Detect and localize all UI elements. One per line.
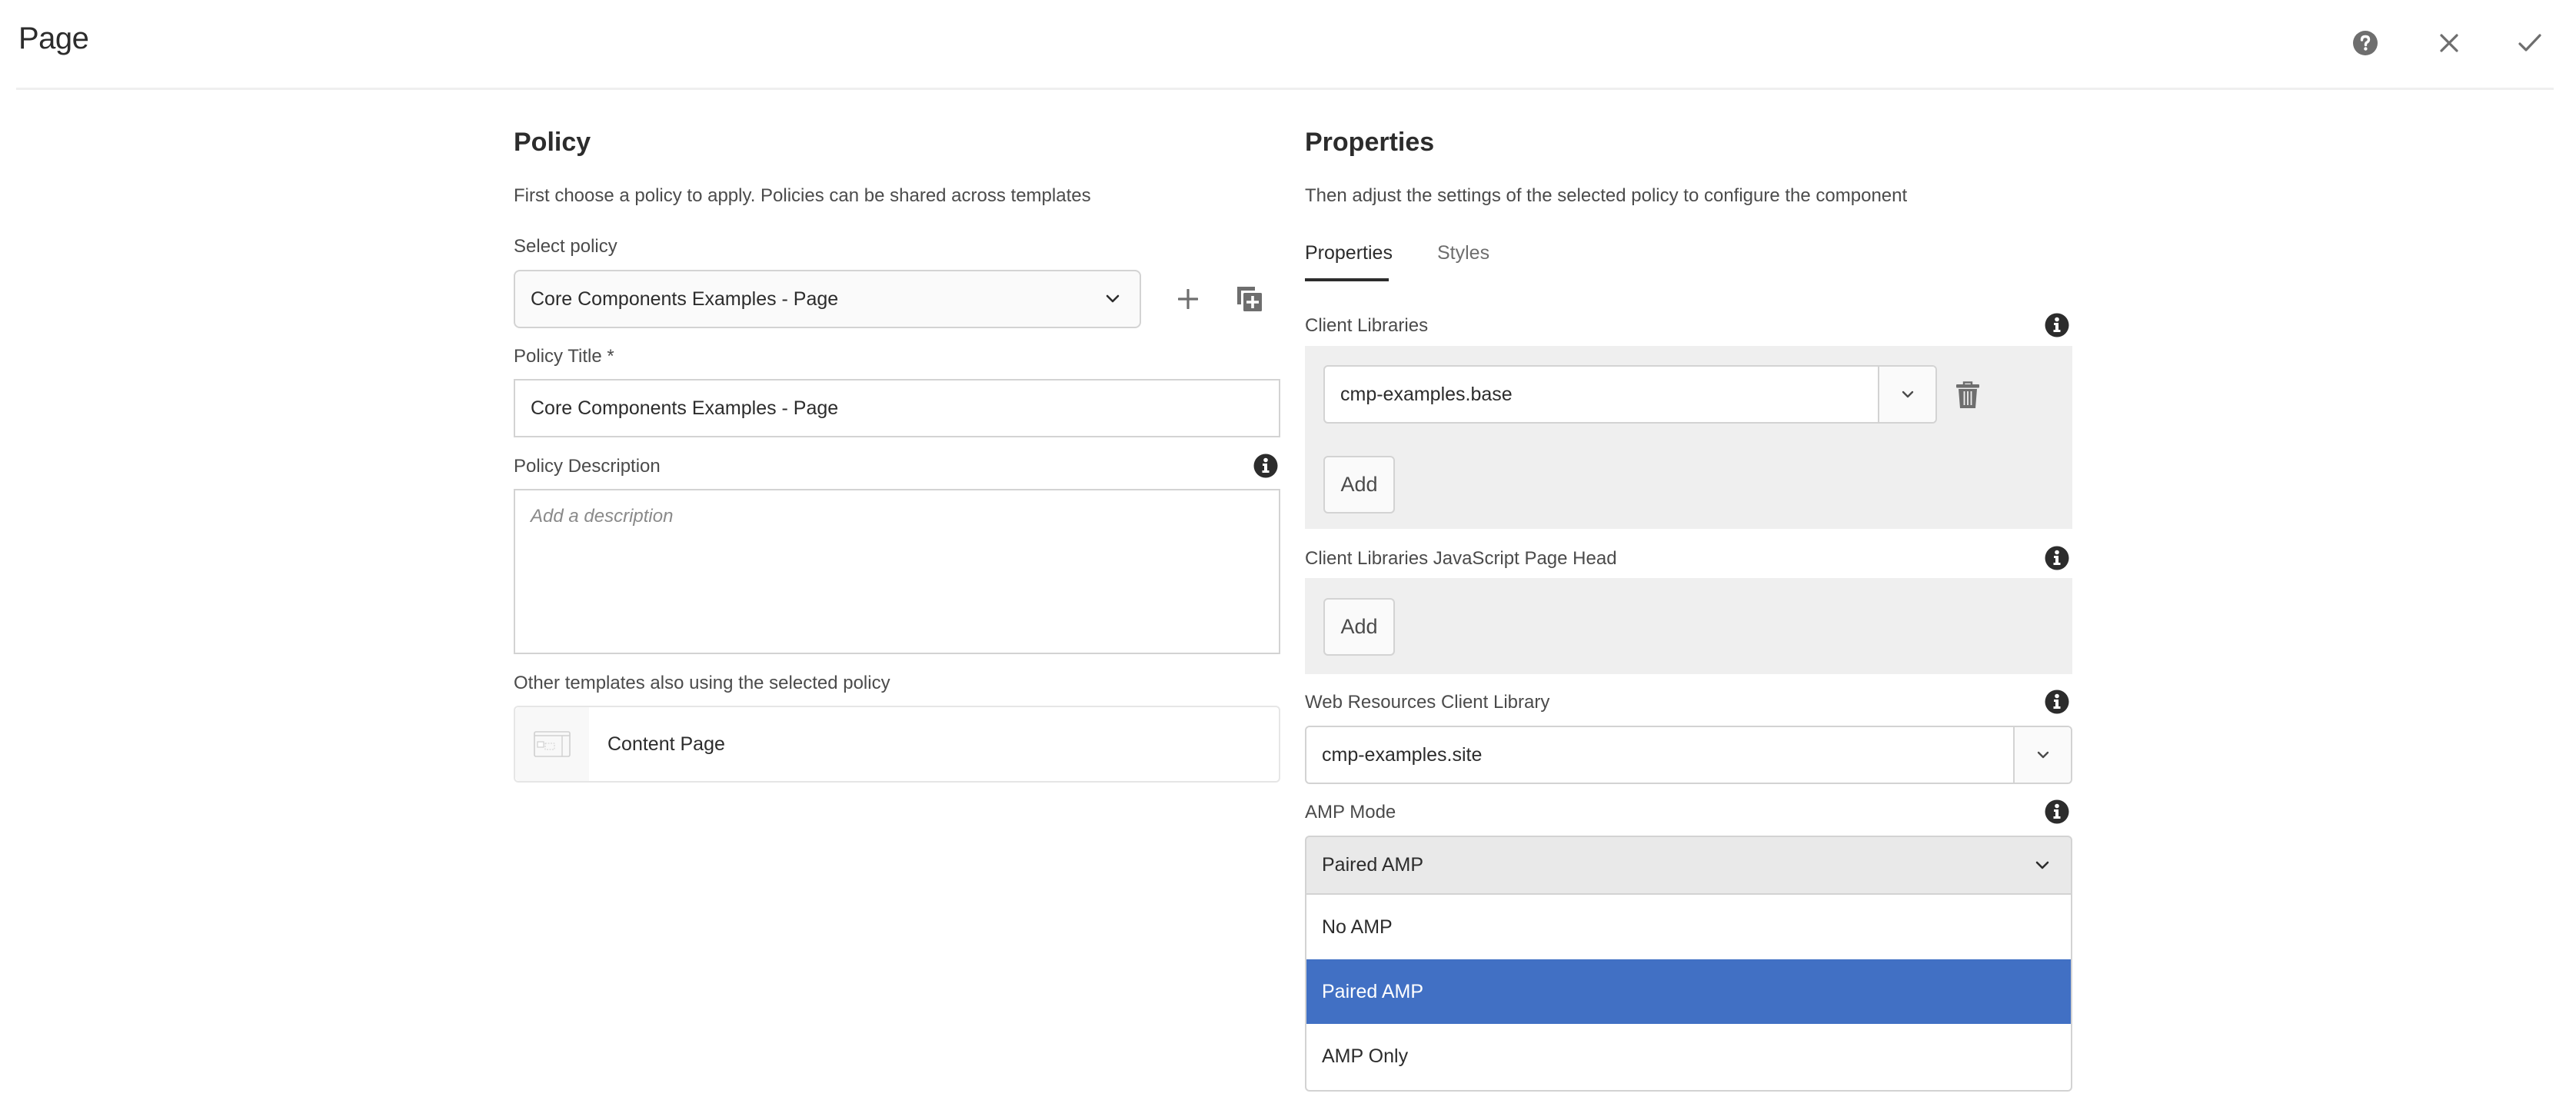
plus-icon	[1178, 289, 1198, 309]
policy-description-textarea[interactable]: Add a description	[514, 489, 1280, 654]
web-resources-combobox[interactable]: cmp-examples.site	[1305, 726, 2072, 784]
duplicate-policy-button[interactable]	[1235, 284, 1264, 314]
info-icon	[1253, 454, 1278, 478]
select-policy-label: Select policy	[514, 236, 617, 257]
client-libraries-js-head-label: Client Libraries JavaScript Page Head	[1305, 548, 1617, 569]
info-icon	[2045, 313, 2069, 337]
select-policy-value: Core Components Examples - Page	[531, 287, 839, 310]
policy-description-text: First choose a policy to apply. Policies…	[514, 185, 1091, 206]
help-button[interactable]	[2349, 27, 2381, 59]
client-libraries-add-button[interactable]: Add	[1323, 456, 1395, 513]
amp-mode-options-list: No AMP Paired AMP AMP Only	[1305, 895, 2072, 1092]
header-divider	[16, 88, 2554, 90]
chevron-down-icon	[1106, 294, 1120, 303]
policy-title-input[interactable]: Core Components Examples - Page	[514, 379, 1280, 437]
chevron-down-icon	[2037, 751, 2048, 759]
web-resources-label: Web Resources Client Library	[1305, 692, 1550, 713]
client-libraries-js-head-add-button[interactable]: Add	[1323, 598, 1395, 656]
amp-mode-label: AMP Mode	[1305, 802, 1396, 823]
policy-description-label: Policy Description	[514, 456, 661, 477]
client-library-combobox[interactable]: cmp-examples.base	[1323, 365, 1937, 424]
policy-description-placeholder: Add a description	[531, 506, 674, 527]
template-page-icon	[534, 731, 571, 757]
close-button[interactable]	[2433, 27, 2465, 59]
client-library-dropdown-button[interactable]	[1878, 367, 1935, 422]
amp-mode-value: Paired AMP	[1322, 854, 1424, 876]
policy-title-value: Core Components Examples - Page	[531, 397, 839, 419]
client-libraries-label: Client Libraries	[1305, 315, 1429, 336]
template-list-item[interactable]: Content Page	[514, 706, 1280, 783]
web-resources-dropdown-button[interactable]	[2013, 727, 2071, 783]
client-library-value: cmp-examples.base	[1340, 383, 1513, 405]
amp-option-paired-amp[interactable]: Paired AMP	[1306, 959, 2071, 1024]
active-tab-indicator	[1305, 278, 1389, 281]
help-icon	[2353, 31, 2378, 55]
tab-styles[interactable]: Styles	[1437, 242, 1489, 264]
delete-client-library-button[interactable]	[1954, 380, 1982, 410]
web-resources-value: cmp-examples.site	[1322, 743, 1483, 766]
close-icon	[2440, 34, 2458, 52]
info-icon	[2045, 546, 2069, 570]
info-icon	[2045, 799, 2069, 824]
amp-mode-select[interactable]: Paired AMP	[1305, 836, 2072, 895]
add-policy-button[interactable]	[1175, 286, 1201, 312]
duplicate-icon	[1237, 287, 1262, 311]
template-thumbnail	[515, 707, 589, 781]
client-libraries-js-head-info-button[interactable]	[2045, 546, 2069, 574]
properties-description-text: Then adjust the settings of the selected…	[1305, 185, 1908, 206]
template-name: Content Page	[607, 733, 725, 755]
policy-description-info-button[interactable]	[1253, 454, 1278, 482]
trash-icon	[1956, 381, 1979, 408]
other-templates-label: Other templates also using the selected …	[514, 673, 890, 693]
web-resources-info-button[interactable]	[2045, 690, 2069, 718]
done-button[interactable]	[2514, 27, 2546, 59]
amp-mode-info-button[interactable]	[2045, 799, 2069, 828]
policy-heading: Policy	[514, 128, 591, 157]
properties-heading: Properties	[1305, 128, 1435, 157]
policy-title-label: Policy Title *	[514, 346, 614, 367]
chevron-down-icon	[1902, 390, 1913, 398]
page-title: Page	[18, 22, 89, 55]
chevron-down-icon	[2035, 861, 2049, 869]
client-libraries-multifield: cmp-examples.base Add	[1305, 346, 2072, 529]
select-policy-dropdown[interactable]: Core Components Examples - Page	[514, 270, 1141, 328]
client-libraries-js-head-multifield: Add	[1305, 578, 2072, 674]
amp-option-no-amp[interactable]: No AMP	[1306, 895, 2071, 959]
info-icon	[2045, 690, 2069, 714]
amp-option-amp-only[interactable]: AMP Only	[1306, 1024, 2071, 1088]
tab-properties[interactable]: Properties	[1305, 242, 1393, 264]
client-libraries-info-button[interactable]	[2045, 313, 2069, 341]
check-icon	[2518, 34, 2541, 52]
